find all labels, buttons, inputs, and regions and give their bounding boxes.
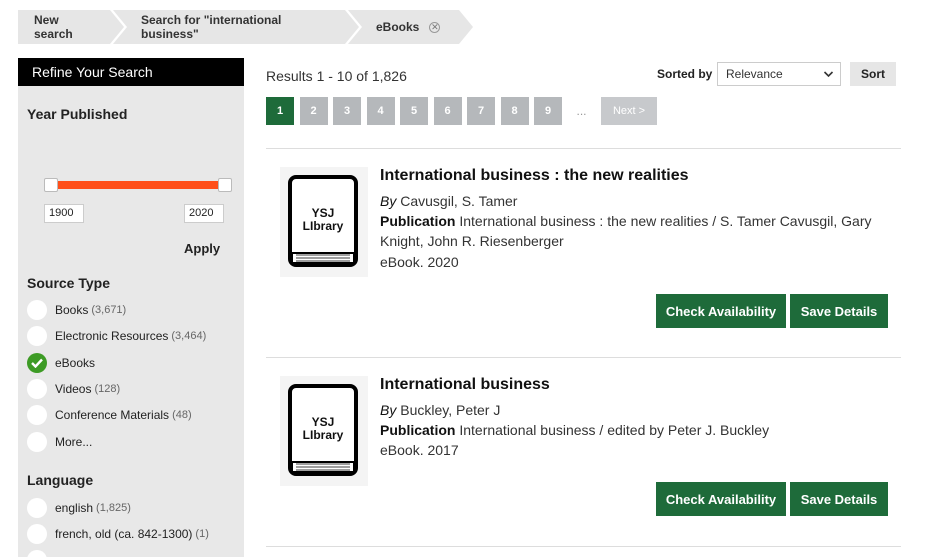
check-availability-button[interactable]: Check Availability bbox=[656, 294, 786, 328]
facet-label: eBooks bbox=[55, 356, 96, 370]
facet-label: Electronic Resources bbox=[55, 329, 169, 343]
publication-label: Publication bbox=[380, 422, 456, 438]
result-title[interactable]: International business bbox=[380, 376, 550, 394]
facet-electronic-resources[interactable]: Electronic Resources (3,464) bbox=[27, 326, 206, 346]
page-1[interactable]: 1 bbox=[266, 97, 294, 125]
page-5[interactable]: 5 bbox=[400, 97, 428, 125]
facet-label: Videos bbox=[55, 382, 92, 396]
chevron-down-icon bbox=[823, 68, 834, 83]
facet-count: (1) bbox=[195, 528, 209, 540]
sort-select[interactable]: Relevance bbox=[717, 62, 841, 86]
page-8[interactable]: 8 bbox=[500, 97, 529, 125]
facet-french-old[interactable]: french, old (ca. 842-1300) (1) bbox=[27, 524, 209, 544]
checkmark-icon[interactable] bbox=[27, 353, 47, 373]
radio-icon[interactable] bbox=[27, 498, 47, 518]
radio-icon[interactable] bbox=[27, 405, 47, 425]
facet-count: (1,825) bbox=[96, 502, 131, 514]
facet-videos[interactable]: Videos (128) bbox=[27, 379, 120, 399]
sort-button[interactable]: Sort bbox=[850, 62, 896, 86]
radio-icon[interactable] bbox=[27, 300, 47, 320]
year-to-input[interactable]: 2020 bbox=[184, 204, 224, 223]
cover-text: YSJ LIbrary bbox=[302, 415, 344, 442]
radio-icon[interactable] bbox=[27, 379, 47, 399]
facet-count: (48) bbox=[172, 409, 192, 421]
facet-label: Conference Materials bbox=[55, 408, 170, 422]
book-cover-icon[interactable]: YSJ LIbrary bbox=[280, 376, 368, 486]
source-type-heading: Source Type bbox=[27, 275, 110, 291]
breadcrumb-label: New search bbox=[34, 13, 73, 41]
divider bbox=[266, 546, 901, 547]
breadcrumb-label: eBooks bbox=[376, 20, 420, 34]
facet-label: english bbox=[55, 501, 94, 515]
slider-handle-min[interactable] bbox=[44, 178, 58, 192]
pagination-ellipsis: ... bbox=[576, 104, 587, 118]
refine-sidebar: Refine Your Search Year Published 1900 2… bbox=[18, 58, 244, 557]
publication-label: Publication bbox=[380, 213, 456, 229]
facet-english[interactable]: english (1,825) bbox=[27, 498, 131, 518]
page-2[interactable]: 2 bbox=[299, 97, 328, 125]
result-item: YSJ LIbrary International business : the… bbox=[266, 149, 901, 356]
save-details-button[interactable]: Save Details bbox=[790, 294, 888, 328]
result-author: Buckley, Peter J bbox=[400, 402, 501, 418]
breadcrumb: New search Search for "international bus… bbox=[18, 10, 476, 44]
slider-track bbox=[52, 181, 224, 189]
breadcrumb-new-search[interactable]: New search bbox=[18, 10, 127, 44]
facet-ebooks[interactable]: eBooks bbox=[27, 353, 95, 373]
breadcrumb-current-filter: eBooks ✕ bbox=[348, 10, 476, 44]
facet-label: french, old (ca. 842-1300) bbox=[55, 527, 193, 541]
next-page-button[interactable]: Next > bbox=[601, 97, 657, 125]
breadcrumb-search-query[interactable]: Search for "international business" bbox=[113, 10, 362, 44]
result-publication-line: Publication International business / edi… bbox=[380, 420, 890, 440]
book-cover-icon[interactable]: YSJ LIbrary bbox=[280, 167, 368, 277]
radio-icon[interactable] bbox=[27, 524, 47, 544]
facet-partial[interactable] bbox=[27, 550, 55, 557]
radio-icon[interactable] bbox=[27, 432, 47, 452]
close-icon[interactable]: ✕ bbox=[429, 21, 441, 33]
result-author-line: By Buckley, Peter J bbox=[380, 400, 890, 420]
sidebar-heading: Refine Your Search bbox=[18, 58, 244, 86]
save-details-button[interactable]: Save Details bbox=[790, 482, 888, 516]
page-6[interactable]: 6 bbox=[433, 97, 462, 125]
by-label: By bbox=[380, 193, 397, 209]
breadcrumb-label: Search for "international business" bbox=[141, 13, 282, 41]
result-publication: International business / edited by Peter… bbox=[459, 422, 770, 438]
facet-books[interactable]: Books (3,671) bbox=[27, 300, 126, 320]
radio-icon[interactable] bbox=[27, 326, 47, 346]
result-title[interactable]: International business : the new realiti… bbox=[380, 167, 689, 185]
result-author: Cavusgil, S. Tamer bbox=[400, 193, 518, 209]
result-format: eBook. 2017 bbox=[380, 442, 459, 458]
year-published-heading: Year Published bbox=[27, 106, 128, 122]
facet-count: (3,671) bbox=[91, 304, 127, 316]
sort-value: Relevance bbox=[726, 67, 783, 81]
year-from-input[interactable]: 1900 bbox=[44, 204, 84, 223]
pagination: 1 2 3 4 5 6 7 8 9 ... Next > bbox=[266, 97, 657, 125]
by-label: By bbox=[380, 402, 397, 418]
result-publication-line: Publication International business : the… bbox=[380, 211, 890, 251]
facet-conference-materials[interactable]: Conference Materials (48) bbox=[27, 405, 192, 425]
result-item: YSJ LIbrary International business By Bu… bbox=[266, 358, 901, 546]
page-4[interactable]: 4 bbox=[366, 97, 395, 125]
facet-more[interactable]: More... bbox=[27, 432, 92, 452]
results-summary: Results 1 - 10 of 1,826 bbox=[266, 68, 407, 84]
check-availability-button[interactable]: Check Availability bbox=[656, 482, 786, 516]
facet-label: More... bbox=[55, 435, 93, 449]
page-9[interactable]: 9 bbox=[534, 97, 562, 125]
sorted-by-label: Sorted by bbox=[657, 67, 713, 81]
cover-text: YSJ LIbrary bbox=[302, 206, 344, 233]
facet-count: (3,464) bbox=[171, 330, 207, 342]
result-format: eBook. 2020 bbox=[380, 254, 459, 270]
year-range-slider[interactable] bbox=[44, 178, 232, 192]
language-heading: Language bbox=[27, 472, 94, 488]
facet-count: (128) bbox=[94, 383, 121, 395]
page-7[interactable]: 7 bbox=[467, 97, 495, 125]
radio-icon[interactable] bbox=[27, 550, 47, 557]
slider-handle-max[interactable] bbox=[218, 178, 232, 192]
page-3[interactable]: 3 bbox=[333, 97, 361, 125]
apply-button[interactable]: Apply bbox=[184, 241, 220, 256]
facet-label: Books bbox=[55, 303, 89, 317]
result-author-line: By Cavusgil, S. Tamer bbox=[380, 191, 890, 211]
